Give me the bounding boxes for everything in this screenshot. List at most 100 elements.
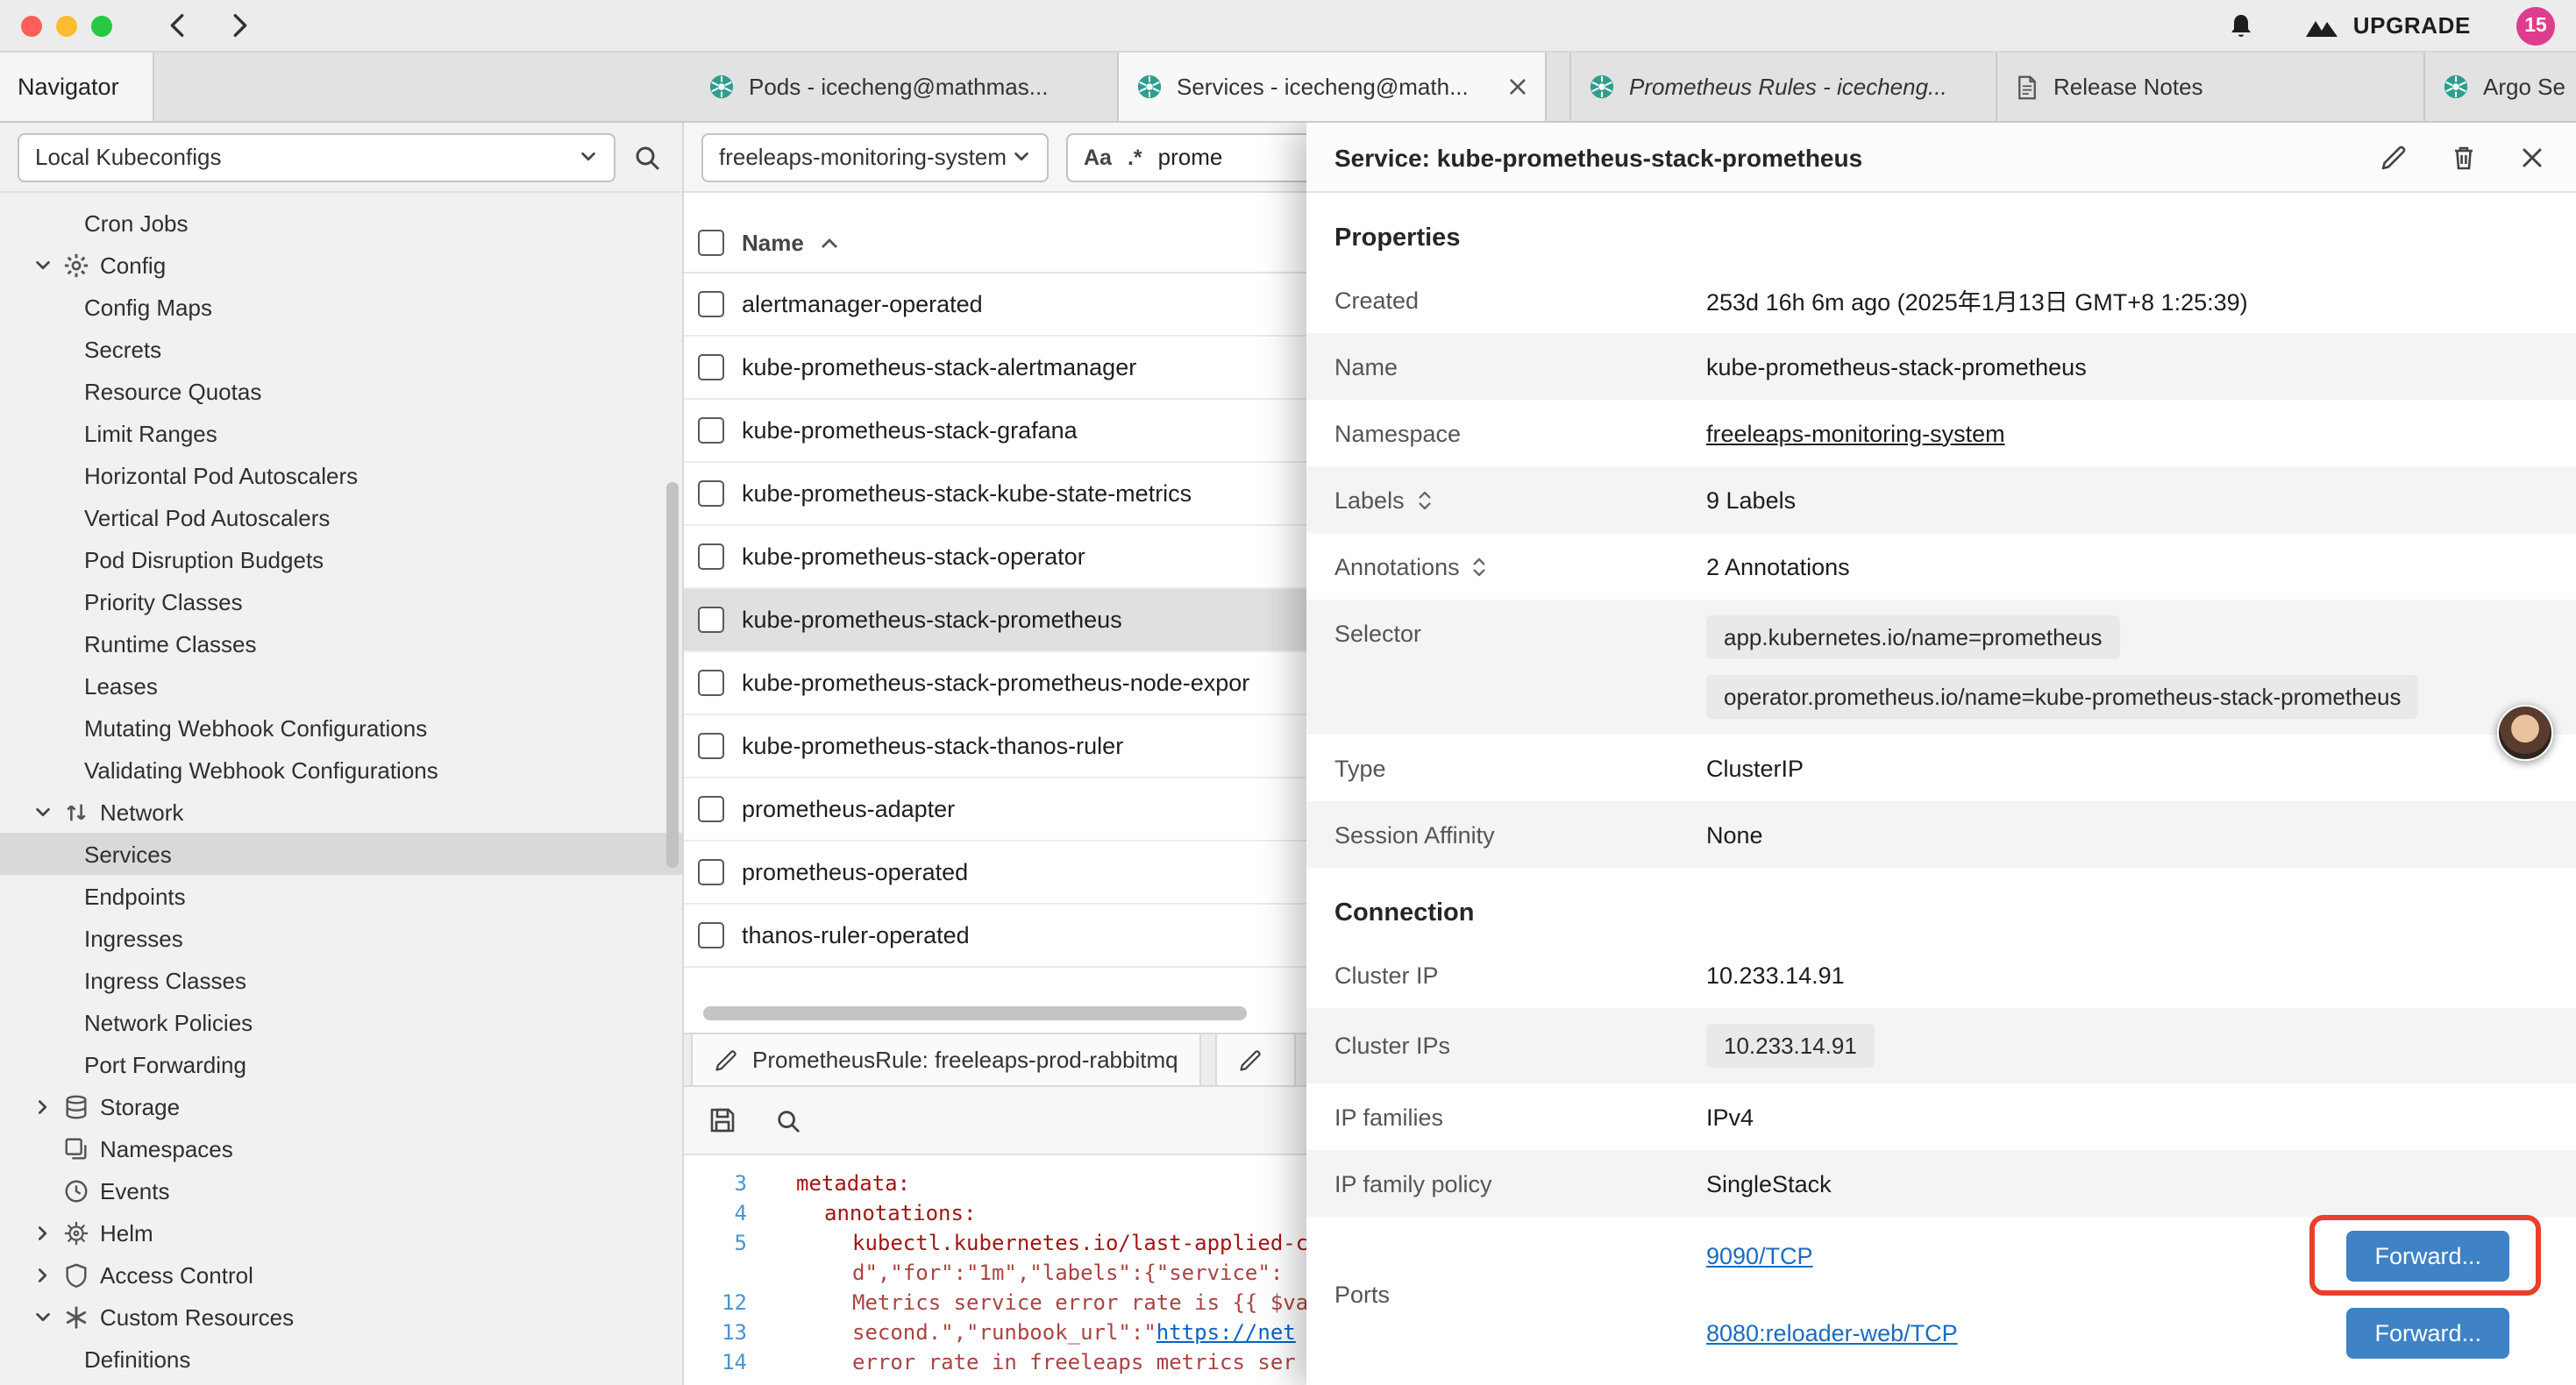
- tab-services-icecheng-math[interactable]: Services - icecheng@math...: [1119, 53, 1547, 121]
- port-link[interactable]: 9090/TCP: [1706, 1242, 1813, 1268]
- tree-item-config[interactable]: Config: [0, 244, 682, 286]
- table-row-kube-prometheus-stack-alertmanager[interactable]: kube-prometheus-stack-alertmanager: [684, 337, 1350, 400]
- editor-line[interactable]: 12Metrics service error rate is {{ $va: [684, 1289, 1350, 1318]
- tree-item-vertical-pod-autoscalers[interactable]: Vertical Pod Autoscalers: [0, 496, 682, 538]
- row-link[interactable]: freeleaps-monitoring-system: [1706, 420, 2548, 446]
- delete-resource-button[interactable]: [2446, 139, 2481, 174]
- sort-asc-icon[interactable]: [822, 238, 839, 248]
- back-button[interactable]: [160, 7, 196, 44]
- forward-button[interactable]: Forward...: [2346, 1230, 2509, 1281]
- tree-item-resource-quotas[interactable]: Resource Quotas: [0, 370, 682, 412]
- tree-item-secrets[interactable]: Secrets: [0, 328, 682, 370]
- tab-release-notes[interactable]: Release Notes: [1997, 53, 2425, 121]
- tree-item-limit-ranges[interactable]: Limit Ranges: [0, 412, 682, 454]
- edit-resource-button[interactable]: [2376, 139, 2411, 174]
- tree-item-namespaces[interactable]: Namespaces: [0, 1127, 682, 1169]
- tree-item-ingresses[interactable]: Ingresses: [0, 917, 682, 959]
- editor-line[interactable]: 14error rate in freeleaps metrics ser: [684, 1348, 1350, 1378]
- tab-prometheus-rules-icecheng[interactable]: Prometheus Rules - icecheng...: [1569, 53, 1997, 121]
- dock-tab-prometheusrule[interactable]: PrometheusRule: freeleaps-prod-rabbitmq: [691, 1034, 1201, 1085]
- editor-line[interactable]: 13second.","runbook_url":"https://net: [684, 1318, 1350, 1348]
- tree-item-helm[interactable]: Helm: [0, 1211, 682, 1254]
- editor-line[interactable]: 4annotations:: [684, 1199, 1350, 1229]
- row-checkbox[interactable]: [698, 480, 724, 507]
- yaml-editor[interactable]: 3metadata:4annotations:5kubectl.kubernet…: [684, 1155, 1350, 1385]
- row-checkbox[interactable]: [698, 543, 724, 570]
- save-button[interactable]: [705, 1103, 740, 1138]
- tree-item-endpoints[interactable]: Endpoints: [0, 875, 682, 917]
- navigator-tab[interactable]: Navigator: [0, 53, 154, 121]
- table-row-kube-prometheus-stack-kube-state-metrics[interactable]: kube-prometheus-stack-kube-state-metrics: [684, 463, 1350, 526]
- tree-item-validating-webhook-configurations[interactable]: Validating Webhook Configurations: [0, 749, 682, 791]
- match-case-toggle[interactable]: Aa: [1084, 145, 1112, 169]
- dock-tab-partial[interactable]: [1215, 1034, 1296, 1085]
- forward-button[interactable]: Forward...: [2346, 1307, 2509, 1358]
- search-box[interactable]: Aa .* prome: [1066, 132, 1333, 181]
- row-checkbox[interactable]: [698, 796, 724, 822]
- select-all-checkbox[interactable]: [698, 230, 724, 256]
- table-row-prometheus-operated[interactable]: prometheus-operated: [684, 842, 1350, 905]
- editor-line[interactable]: d","for":"1m","labels":{"service":: [684, 1259, 1350, 1289]
- table-row-kube-prometheus-stack-grafana[interactable]: kube-prometheus-stack-grafana: [684, 400, 1350, 463]
- tree-item-config-maps[interactable]: Config Maps: [0, 286, 682, 328]
- notifications-button[interactable]: [2224, 8, 2259, 43]
- unfold-icon[interactable]: [1417, 488, 1433, 511]
- table-row-kube-prometheus-stack-operator[interactable]: kube-prometheus-stack-operator: [684, 526, 1350, 589]
- sidebar-search-button[interactable]: [630, 139, 665, 174]
- row-checkbox[interactable]: [698, 733, 724, 759]
- tree-item-ingress-classes[interactable]: Ingress Classes: [0, 959, 682, 1001]
- editor-line[interactable]: 5kubectl.kubernetes.io/last-applied-co: [684, 1229, 1350, 1259]
- tab-close-icon[interactable]: [1508, 77, 1527, 96]
- scrollbar-thumb[interactable]: [703, 1006, 1247, 1020]
- row-checkbox[interactable]: [698, 354, 724, 380]
- table-row-alertmanager-operated[interactable]: alertmanager-operated: [684, 273, 1350, 337]
- row-checkbox[interactable]: [698, 922, 724, 948]
- row-checkbox[interactable]: [698, 670, 724, 696]
- tree-item-events[interactable]: Events: [0, 1169, 682, 1211]
- unfold-icon[interactable]: [1472, 555, 1488, 578]
- table-row-kube-prometheus-stack-thanos-ruler[interactable]: kube-prometheus-stack-thanos-ruler: [684, 715, 1350, 778]
- search-query[interactable]: prome: [1158, 144, 1223, 170]
- avatar[interactable]: [2497, 705, 2553, 761]
- row-checkbox[interactable]: [698, 417, 724, 444]
- horizontal-scrollbar[interactable]: [684, 1005, 1350, 1022]
- regex-toggle[interactable]: .*: [1128, 145, 1142, 169]
- close-drawer-button[interactable]: [2516, 141, 2548, 173]
- upgrade-button[interactable]: UPGRADE: [2301, 9, 2474, 42]
- table-row-prometheus-adapter[interactable]: prometheus-adapter: [684, 778, 1350, 842]
- port-link[interactable]: 8080:reloader-web/TCP: [1706, 1319, 1958, 1346]
- row-checkbox[interactable]: [698, 607, 724, 633]
- namespace-select[interactable]: freeleaps-monitoring-system: [701, 132, 1049, 181]
- tree-item-access-control[interactable]: Access Control: [0, 1254, 682, 1296]
- tree-item-horizontal-pod-autoscalers[interactable]: Horizontal Pod Autoscalers: [0, 454, 682, 496]
- tree-item-priority-classes[interactable]: Priority Classes: [0, 580, 682, 622]
- minimize-window-button[interactable]: [56, 15, 77, 36]
- table-row-kube-prometheus-stack-prometheus-node-ex[interactable]: kube-prometheus-stack-prometheus-node-ex…: [684, 652, 1350, 715]
- tree-item-leases[interactable]: Leases: [0, 664, 682, 707]
- tree-item-custom-resources[interactable]: Custom Resources: [0, 1296, 682, 1338]
- close-window-button[interactable]: [21, 15, 42, 36]
- table-row-kube-prometheus-stack-prometheus[interactable]: kube-prometheus-stack-prometheus: [684, 589, 1350, 652]
- row-checkbox[interactable]: [698, 291, 724, 317]
- tree-item-network[interactable]: Network: [0, 791, 682, 833]
- kubeconfig-select[interactable]: Local Kubeconfigs: [18, 132, 616, 181]
- sidebar-scrollbar[interactable]: [666, 482, 679, 868]
- table-row-thanos-ruler-operated[interactable]: thanos-ruler-operated: [684, 905, 1350, 968]
- forward-button[interactable]: [221, 7, 258, 44]
- row-checkbox[interactable]: [698, 859, 724, 885]
- tree-item-mutating-webhook-configurations[interactable]: Mutating Webhook Configurations: [0, 707, 682, 749]
- tree-item-runtime-classes[interactable]: Runtime Classes: [0, 622, 682, 664]
- editor-line[interactable]: 3metadata:: [684, 1169, 1350, 1199]
- tree-item-cron-jobs[interactable]: Cron Jobs: [0, 202, 682, 244]
- zoom-window-button[interactable]: [91, 15, 112, 36]
- editor-search-button[interactable]: [772, 1104, 805, 1137]
- tab-argo-se[interactable]: Argo Se: [2425, 53, 2576, 121]
- tree-item-pod-disruption-budgets[interactable]: Pod Disruption Budgets: [0, 538, 682, 580]
- tree-item-definitions[interactable]: Definitions: [0, 1338, 682, 1380]
- notification-badge[interactable]: 15: [2516, 6, 2555, 45]
- tree-item-services[interactable]: Services: [0, 833, 682, 875]
- tree-item-network-policies[interactable]: Network Policies: [0, 1001, 682, 1043]
- tab-pods-icecheng-mathmas[interactable]: Pods - icecheng@mathmas...: [691, 53, 1119, 121]
- tree-item-storage[interactable]: Storage: [0, 1085, 682, 1127]
- tree-item-port-forwarding[interactable]: Port Forwarding: [0, 1043, 682, 1085]
